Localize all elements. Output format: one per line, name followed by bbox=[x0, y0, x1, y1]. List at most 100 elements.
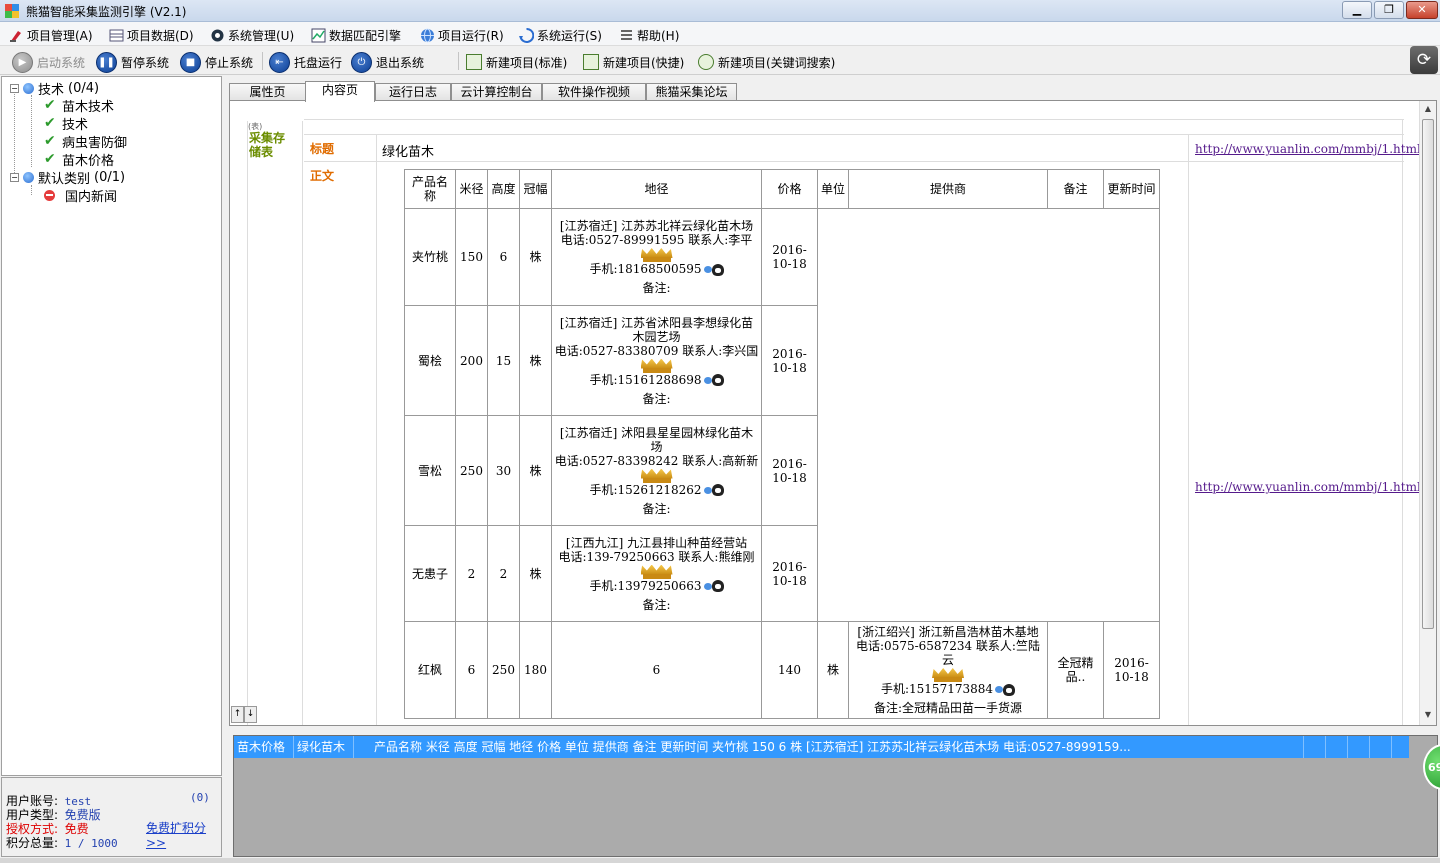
cell-date: 2016-10-18 bbox=[762, 306, 817, 415]
new-project-icon bbox=[466, 54, 482, 70]
menu-project-manage[interactable]: 项目管理(A) bbox=[9, 26, 93, 44]
arrow-up-icon[interactable]: ↑ bbox=[231, 706, 244, 723]
collapse-toggle[interactable]: − bbox=[10, 83, 19, 93]
source-link[interactable]: http://www.yuanlin.com/mmbj/1.html bbox=[1195, 480, 1421, 494]
tab-properties[interactable]: 属性页 bbox=[229, 83, 306, 101]
stop-system-button[interactable]: ■ 停止系统 bbox=[180, 51, 253, 73]
supplier-phone: 电话:0575-6587234 联系人:竺陆云 bbox=[856, 639, 1040, 667]
chat-bubble-icon[interactable] bbox=[995, 686, 1004, 693]
tree-item[interactable]: 国内新闻 bbox=[44, 186, 118, 205]
qq-icon[interactable] bbox=[711, 374, 724, 386]
maximize-button[interactable]: ❐ bbox=[1374, 1, 1404, 19]
menu-system-manage[interactable]: 系统管理(U) bbox=[210, 26, 294, 44]
arrow-down-icon[interactable]: ↓ bbox=[244, 706, 257, 723]
grid-line bbox=[1188, 134, 1189, 725]
menu-label: 数据匹配引擎 bbox=[329, 28, 402, 43]
collapse-toggle[interactable]: − bbox=[10, 172, 19, 182]
grid-line bbox=[304, 134, 1404, 135]
tree-item[interactable]: ✔ 病虫害防御 bbox=[44, 132, 128, 151]
tree-node-count: (0/1) bbox=[94, 169, 126, 185]
cell-dijing: 6 bbox=[552, 622, 761, 718]
qq-icon[interactable] bbox=[711, 484, 724, 496]
check-icon: ✔ bbox=[44, 133, 56, 149]
tab-operation-video[interactable]: 软件操作视频 bbox=[542, 83, 646, 101]
cell-mijing: 150 bbox=[456, 209, 487, 305]
title-value: 绿化苗木 bbox=[382, 145, 435, 160]
row-navigation: ↑ ↓ bbox=[231, 706, 257, 723]
tab-run-log[interactable]: 运行日志 bbox=[375, 83, 451, 101]
start-system-button[interactable]: ▶ 启动系统 bbox=[12, 51, 85, 73]
tab-cloud-console[interactable]: 云计算控制台 bbox=[451, 83, 542, 101]
tab-forum[interactable]: 熊猫采集论坛 bbox=[646, 83, 737, 101]
menu-label: 项目数据(D) bbox=[127, 28, 194, 43]
new-quick-label: 新建项目(快捷) bbox=[603, 55, 685, 70]
cell-date: 2016-10-18 bbox=[1104, 622, 1159, 718]
close-button[interactable]: ✕ bbox=[1406, 1, 1438, 19]
cell-gaodu: 30 bbox=[488, 416, 519, 525]
tree-item[interactable]: ✔ 技术 bbox=[44, 114, 88, 133]
vertical-scrollbar[interactable]: ▲ ▼ bbox=[1419, 101, 1436, 725]
qq-icon[interactable] bbox=[711, 580, 724, 592]
exit-label: 退出系统 bbox=[376, 55, 425, 70]
new-project-keyword-button[interactable]: 新建项目(关键词搜索) bbox=[698, 51, 835, 73]
refresh-icon[interactable]: ⟳ bbox=[1410, 46, 1438, 74]
tree-node-default[interactable]: − 默认类别 (0/1) bbox=[10, 168, 126, 187]
tree-item[interactable]: ✔ 苗木技术 bbox=[44, 96, 114, 115]
cell-name: 蜀桧 bbox=[405, 306, 455, 415]
menu-help[interactable]: 帮助(H) bbox=[619, 26, 679, 44]
qq-icon[interactable] bbox=[1003, 683, 1016, 696]
tree-item[interactable]: ✔ 苗木价格 bbox=[44, 150, 114, 169]
result-cell bbox=[1348, 736, 1370, 758]
tree-node-tech[interactable]: − 技术 (0/4) bbox=[10, 79, 99, 98]
source-link[interactable]: http://www.yuanlin.com/mmbj/1.html bbox=[1195, 142, 1421, 156]
tree-node-label: 技术 bbox=[38, 82, 65, 98]
col-header: 备注 bbox=[1048, 170, 1103, 208]
new-project-quick-button[interactable]: 新建项目(快捷) bbox=[583, 51, 684, 73]
power-icon: ⏻ bbox=[351, 51, 372, 73]
run-icon bbox=[519, 27, 534, 43]
title-bar: 熊猫智能采集监测引擎 (V2.1) ▁ ❐ ✕ bbox=[0, 0, 1440, 22]
tree-item-label: 国内新闻 bbox=[65, 189, 118, 205]
chat-bubble-icon[interactable] bbox=[703, 266, 712, 273]
result-cell: 苗木价格 bbox=[234, 736, 294, 758]
menu-project-data[interactable]: 项目数据(D) bbox=[109, 26, 194, 44]
menu-system-run[interactable]: 系统运行(S) bbox=[519, 26, 602, 44]
supplier-phone: 电话:0527-83380709 联系人:李兴国 bbox=[554, 343, 759, 358]
tray-icon: ⇤ bbox=[269, 51, 290, 73]
selected-result-row[interactable]: 苗木价格 绿化苗木 产品名称 米径 高度 冠幅 地径 价格 单位 提供商 备注 … bbox=[234, 736, 1409, 758]
folder-icon bbox=[23, 82, 34, 94]
user-account-count: (0) bbox=[190, 791, 210, 804]
tab-content[interactable]: 内容页 bbox=[305, 81, 375, 102]
chat-bubble-icon[interactable] bbox=[703, 486, 712, 494]
menu-data-match-engine[interactable]: 数据匹配引擎 bbox=[311, 26, 401, 44]
supplier-remark: 备注:全冠精品田苗一手货源 bbox=[873, 701, 1023, 715]
supplier-mobile: 手机:15161288698 bbox=[589, 372, 702, 387]
stop-icon: ■ bbox=[180, 51, 201, 73]
qq-icon[interactable] bbox=[711, 263, 724, 276]
supplier-mobile-line: 手机:15161288698 bbox=[554, 373, 759, 387]
tree-item-label: 病虫害防御 bbox=[62, 135, 128, 151]
table-header-row: 产品名称 米径 高度 冠幅 地径 价格 单位 提供商 备注 更新时间 bbox=[405, 170, 1159, 208]
scroll-up-icon[interactable]: ▲ bbox=[1420, 101, 1436, 117]
tray-run-button[interactable]: ⇤ 托盘运行 bbox=[269, 51, 342, 73]
menu-project-run[interactable]: 项目运行(R) bbox=[420, 26, 504, 44]
supplier-name: [江苏宿迁] 沭阳县星星园林绿化苗木场 bbox=[559, 425, 754, 454]
cell-date: 2016-10-18 bbox=[762, 526, 817, 621]
grid-line bbox=[304, 119, 1404, 120]
expand-points-link[interactable]: 免费扩积分>> bbox=[146, 819, 221, 850]
chat-bubble-icon[interactable] bbox=[703, 376, 712, 384]
cell-name: 红枫 bbox=[405, 622, 455, 718]
chat-bubble-icon[interactable] bbox=[703, 582, 712, 590]
cell-gaodu: 6 bbox=[488, 209, 519, 305]
supplier-mobile: 手机:15261218262 bbox=[589, 482, 702, 497]
pause-system-button[interactable]: ❚❚ 暂停系统 bbox=[96, 51, 169, 73]
cell-guanfu: 株 bbox=[520, 209, 551, 305]
minimize-button[interactable]: ▁ bbox=[1342, 1, 1372, 19]
exit-system-button[interactable]: ⏻ 退出系统 bbox=[351, 51, 424, 73]
scroll-down-icon[interactable]: ▼ bbox=[1420, 707, 1436, 723]
supplier-mobile: 手机:18168500595 bbox=[589, 262, 702, 276]
scrollbar-thumb[interactable] bbox=[1422, 119, 1434, 629]
help-icon bbox=[621, 29, 632, 40]
col-header: 提供商 bbox=[849, 170, 1047, 208]
new-project-standard-button[interactable]: 新建项目(标准) bbox=[466, 51, 567, 73]
